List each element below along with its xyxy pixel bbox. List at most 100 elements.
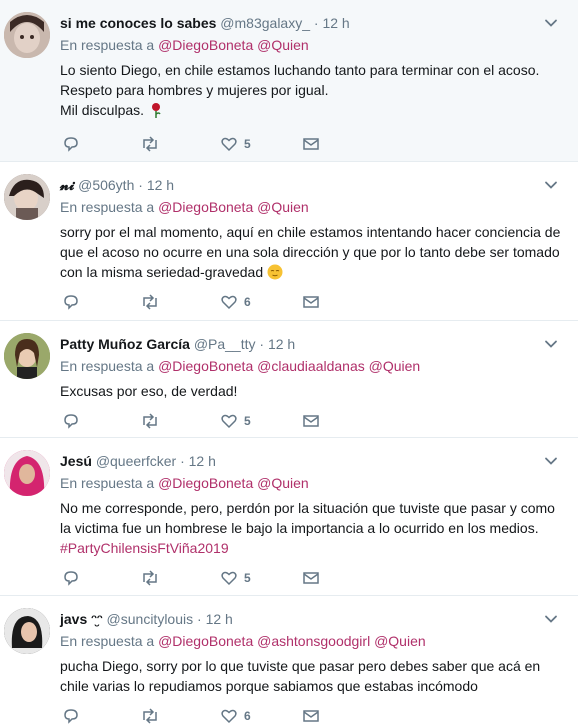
chevron-down-icon[interactable] [544,612,558,626]
tweet-line: con la misma seriedad-gravedad [60,264,264,280]
tweet-line: pucha Diego, sorry por lo que tuviste qu… [60,658,541,674]
mention-link[interactable]: @DiegoBoneta [158,358,253,374]
reply-icon [64,571,78,586]
user-handle[interactable]: @506yth [78,177,134,193]
tweet[interactable]: Jesú @queerfcker · 12 h En respuesta a @… [0,438,578,596]
tweet[interactable]: si me conoces lo sabes @m83galaxy_ · 12 … [0,0,578,162]
mention-link[interactable]: @ashtonsgoodgirl [257,633,370,649]
mention-link[interactable]: @DiegoBoneta [158,199,253,215]
tweet-header: javs ᵔ̮ᵔ @suncitylouis · 12 h [60,610,538,628]
user-handle[interactable]: @suncitylouis [107,611,194,627]
display-name[interactable]: Jesú [60,453,92,469]
message-button[interactable] [302,411,320,431]
like-button[interactable]: 6 [220,706,251,726]
message-button[interactable] [302,706,320,726]
user-handle[interactable]: @Pa__tty [194,336,256,352]
tweet-actions: 5 [62,568,342,588]
reply-context: En respuesta a @DiegoBoneta @ashtonsgood… [60,632,426,650]
tweet-line: chile varias lo repudiamos porque sabiam… [60,678,478,694]
like-count: 5 [244,137,251,151]
like-button[interactable]: 5 [220,134,251,154]
envelope-icon [303,138,319,150]
avatar[interactable] [4,608,50,654]
retweet-button[interactable] [140,292,160,312]
tweet-header: si me conoces lo sabes @m83galaxy_ · 12 … [60,14,538,32]
like-count: 5 [244,571,251,585]
reply-context: En respuesta a @DiegoBoneta @claudiaalda… [60,357,420,375]
chevron-down-icon[interactable] [544,337,558,351]
hashtag-link[interactable]: #PartyChilensisFtViña2019 [60,538,565,558]
tweet[interactable]: javs ᵔ̮ᵔ @suncitylouis · 12 h En respues… [0,596,578,724]
envelope-icon [303,296,319,308]
like-count: 5 [244,414,251,428]
tweet-line: Respeto para hombres y mujeres por igual… [60,82,329,98]
retweet-button[interactable] [140,568,160,588]
message-button[interactable] [302,292,320,312]
reply-button[interactable] [62,292,80,312]
like-button[interactable]: 5 [220,568,251,588]
display-name[interactable]: javs [60,611,87,627]
like-button[interactable]: 5 [220,411,251,431]
timestamp[interactable]: 12 h [322,15,349,31]
heart-icon [221,571,237,586]
tweet-text: No me corresponde, pero, perdón por la s… [60,498,565,558]
mention-link[interactable]: @claudiaaldanas [257,358,365,374]
chevron-down-icon[interactable] [544,178,558,192]
message-button[interactable] [302,568,320,588]
reply-icon [64,709,78,724]
avatar[interactable] [4,450,50,496]
timestamp[interactable]: 12 h [147,177,174,193]
chevron-down-icon[interactable] [544,16,558,30]
retweet-icon [143,294,157,310]
message-button[interactable] [302,134,320,154]
retweet-icon [143,413,157,429]
retweet-button[interactable] [140,706,160,726]
separator-dot: · [313,15,319,31]
reply-button[interactable] [62,411,80,431]
tweet-line: la victima fue un hombrese le bajo la im… [60,520,539,536]
avatar[interactable] [4,333,50,379]
retweet-button[interactable] [140,411,160,431]
user-handle[interactable]: @m83galaxy_ [220,15,310,31]
tweet[interactable]: Patty Muñoz García @Pa__tty · 12 h En re… [0,321,578,438]
mention-link[interactable]: @Quien [257,37,309,53]
mention-link[interactable]: @DiegoBoneta [158,633,253,649]
tweet-line: Mil disculpas. [60,102,145,118]
mention-link[interactable]: @Quien [257,199,309,215]
retweet-icon [143,570,157,586]
like-button[interactable]: 6 [220,292,251,312]
reply-button[interactable] [62,568,80,588]
timestamp[interactable]: 12 h [206,611,233,627]
mention-link[interactable]: @Quien [369,358,421,374]
reply-icon [64,137,78,152]
user-handle[interactable]: @queerfcker [96,453,176,469]
tweet-header: 𝓷𝓲 @506yth · 12 h [60,176,538,194]
envelope-icon [303,710,319,722]
tweet-text: Excusas por eso, de verdad! [60,381,565,401]
timestamp[interactable]: 12 h [268,336,295,352]
reply-button[interactable] [62,134,80,154]
separator-dot: · [259,336,265,352]
display-name[interactable]: Patty Muñoz García [60,336,190,352]
chevron-down-icon[interactable] [544,454,558,468]
mention-link[interactable]: @DiegoBoneta [158,37,253,53]
envelope-icon [303,572,319,584]
mention-link[interactable]: @DiegoBoneta [158,475,253,491]
tweet[interactable]: 𝓷𝓲 @506yth · 12 h En respuesta a @DiegoB… [0,162,578,321]
avatar[interactable] [4,12,50,58]
reply-prefix: En respuesta a [60,199,155,215]
reply-icon [64,414,78,429]
avatar[interactable] [4,174,50,220]
reply-prefix: En respuesta a [60,358,155,374]
reply-prefix: En respuesta a [60,37,155,53]
tweet-text: sorry por el mal momento, aquí en chile … [60,222,565,282]
reply-context: En respuesta a @DiegoBoneta @Quien [60,474,309,492]
display-name[interactable]: 𝓷𝓲 [60,177,74,193]
reply-button[interactable] [62,706,80,726]
display-name[interactable]: si me conoces lo sabes [60,15,216,31]
mention-link[interactable]: @Quien [374,633,426,649]
heart-icon [221,137,237,152]
retweet-button[interactable] [140,134,160,154]
timestamp[interactable]: 12 h [189,453,216,469]
mention-link[interactable]: @Quien [257,475,309,491]
